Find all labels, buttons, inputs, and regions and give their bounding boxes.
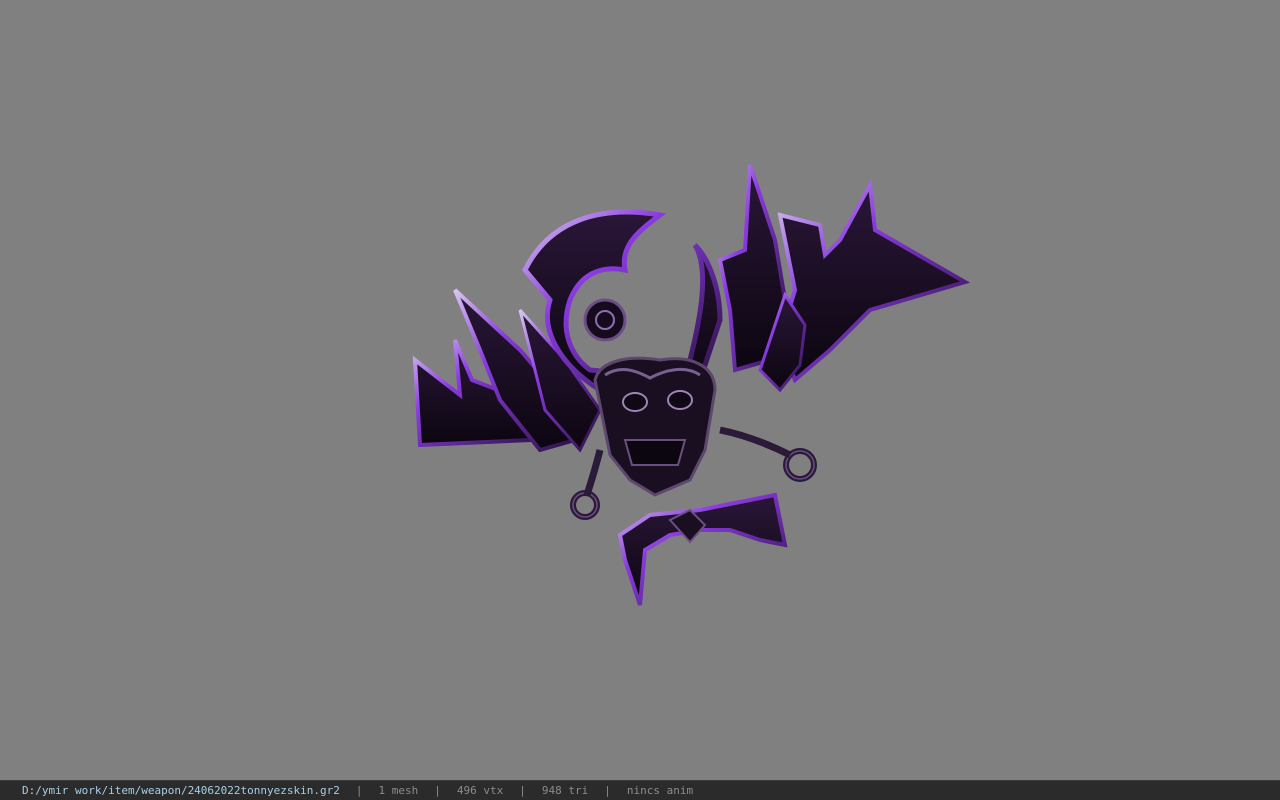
right-wide-blade	[777, 178, 971, 384]
status-separator: |	[355, 784, 363, 797]
status-separator: |	[519, 784, 526, 797]
triangle-count-label: 948 tri	[541, 784, 589, 797]
chain-right	[719, 426, 792, 459]
status-bar: D:/ymir work/item/weapon/24062022tonnyez…	[0, 780, 1280, 800]
demon-mouth	[623, 439, 687, 466]
chain-left	[583, 449, 604, 497]
demon-eye-left	[622, 392, 648, 412]
animation-status-label: nincs anim	[626, 784, 694, 797]
vertex-count-label: 496 vtx	[456, 784, 504, 797]
weapon-model-render	[412, 164, 971, 606]
model-viewport[interactable]	[0, 0, 1280, 780]
demon-face	[593, 356, 717, 497]
mesh-count-label: 1 mesh	[378, 784, 419, 797]
status-separator: |	[604, 784, 611, 797]
lower-guard	[617, 492, 788, 606]
status-separator: |	[434, 784, 441, 797]
crest-sun-emblem	[583, 298, 627, 342]
demon-eye-right	[667, 390, 693, 410]
file-path-label: D:/ymir work/item/weapon/24062022tonnyez…	[22, 784, 340, 797]
